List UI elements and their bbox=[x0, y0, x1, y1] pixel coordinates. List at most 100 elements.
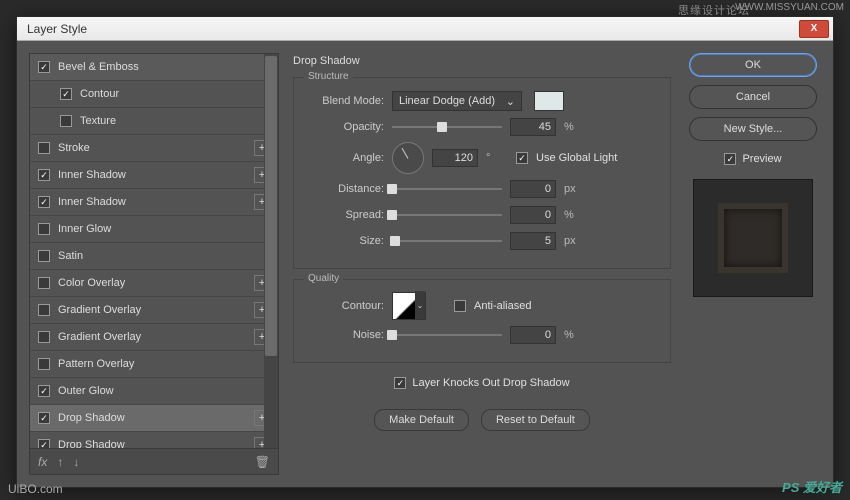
style-item-inner-shadow-5[interactable]: Inner Shadow+ bbox=[30, 189, 278, 216]
style-item-color-overlay-8[interactable]: Color Overlay+ bbox=[30, 270, 278, 297]
watermark-bottom-right: PS 爱好者 bbox=[782, 477, 842, 496]
style-label: Stroke bbox=[58, 142, 246, 154]
style-item-texture-2[interactable]: Texture bbox=[30, 108, 278, 135]
move-up-icon[interactable]: ↑ bbox=[57, 455, 63, 469]
style-label: Gradient Overlay bbox=[58, 304, 246, 316]
style-item-pattern-overlay-11[interactable]: Pattern Overlay bbox=[30, 351, 278, 378]
distance-input[interactable]: 0 bbox=[510, 180, 556, 198]
use-global-light-checkbox[interactable] bbox=[516, 152, 528, 164]
style-label: Contour bbox=[80, 88, 270, 100]
style-checkbox[interactable] bbox=[38, 331, 50, 343]
spread-label: Spread: bbox=[306, 209, 384, 221]
move-down-icon[interactable]: ↓ bbox=[73, 455, 79, 469]
style-item-drop-shadow-14[interactable]: Drop Shadow+ bbox=[30, 432, 278, 448]
angle-input[interactable]: 120 bbox=[432, 149, 478, 167]
styles-list: Bevel & Emboss⌃ContourTextureStroke+Inne… bbox=[29, 53, 279, 475]
cancel-button[interactable]: Cancel bbox=[689, 85, 817, 109]
style-label: Pattern Overlay bbox=[58, 358, 270, 370]
spread-input[interactable]: 0 bbox=[510, 206, 556, 224]
preview-label: Preview bbox=[742, 153, 781, 165]
style-item-inner-glow-6[interactable]: Inner Glow bbox=[30, 216, 278, 243]
style-checkbox[interactable] bbox=[38, 250, 50, 262]
style-item-outer-glow-12[interactable]: Outer Glow bbox=[30, 378, 278, 405]
style-checkbox[interactable] bbox=[38, 304, 50, 316]
styles-list-footer: fx ↑ ↓ 🗑 bbox=[30, 448, 278, 474]
style-label: Drop Shadow bbox=[58, 439, 246, 448]
style-checkbox[interactable] bbox=[38, 439, 50, 448]
style-checkbox[interactable] bbox=[38, 412, 50, 424]
noise-label: Noise: bbox=[306, 329, 384, 341]
spread-unit: % bbox=[564, 209, 586, 221]
opacity-slider[interactable] bbox=[392, 120, 502, 134]
preview-checkbox[interactable] bbox=[724, 153, 736, 165]
style-label: Inner Shadow bbox=[58, 169, 246, 181]
close-icon: X bbox=[811, 23, 818, 34]
size-label: Size: bbox=[306, 235, 384, 247]
delete-icon[interactable]: 🗑 bbox=[255, 455, 270, 469]
settings-panel: Drop Shadow Structure Blend Mode: Linear… bbox=[293, 53, 671, 475]
titlebar[interactable]: Layer Style X bbox=[17, 17, 833, 41]
close-button[interactable]: X bbox=[799, 20, 829, 38]
style-checkbox[interactable] bbox=[38, 277, 50, 289]
make-default-button[interactable]: Make Default bbox=[374, 409, 469, 431]
distance-slider[interactable] bbox=[392, 182, 502, 196]
angle-unit: ° bbox=[486, 152, 508, 164]
quality-legend: Quality bbox=[304, 273, 343, 284]
noise-input[interactable]: 0 bbox=[510, 326, 556, 344]
fx-menu-icon[interactable]: fx bbox=[38, 455, 47, 469]
distance-unit: px bbox=[564, 183, 586, 195]
watermark-bottom-left: UiBO.com bbox=[8, 482, 63, 496]
spread-slider[interactable] bbox=[392, 208, 502, 222]
style-item-contour-1[interactable]: Contour bbox=[30, 81, 278, 108]
style-label: Inner Shadow bbox=[58, 196, 246, 208]
noise-slider[interactable] bbox=[392, 328, 502, 342]
angle-dial[interactable] bbox=[392, 142, 424, 174]
style-checkbox[interactable] bbox=[38, 169, 50, 181]
style-item-drop-shadow-13[interactable]: Drop Shadow+ bbox=[30, 405, 278, 432]
blend-mode-value: Linear Dodge (Add) bbox=[399, 95, 495, 107]
opacity-input[interactable]: 45 bbox=[510, 118, 556, 136]
blend-mode-dropdown[interactable]: Linear Dodge (Add) ⌄ bbox=[392, 91, 522, 111]
layer-knocks-out-label: Layer Knocks Out Drop Shadow bbox=[412, 377, 569, 389]
layer-knocks-out-checkbox[interactable] bbox=[394, 377, 406, 389]
style-checkbox[interactable] bbox=[38, 196, 50, 208]
size-unit: px bbox=[564, 235, 586, 247]
style-item-satin-7[interactable]: Satin bbox=[30, 243, 278, 270]
scrollbar-thumb[interactable] bbox=[265, 56, 277, 356]
style-checkbox[interactable] bbox=[60, 88, 72, 100]
style-checkbox[interactable] bbox=[38, 385, 50, 397]
noise-unit: % bbox=[564, 329, 586, 341]
contour-picker[interactable]: ⌄ bbox=[392, 292, 426, 320]
size-slider[interactable] bbox=[392, 234, 502, 248]
anti-aliased-checkbox[interactable] bbox=[454, 300, 466, 312]
dialog-actions: OK Cancel New Style... Preview bbox=[685, 53, 821, 475]
watermark-url: WWW.MISSYUAN.COM bbox=[735, 2, 844, 13]
size-input[interactable]: 5 bbox=[510, 232, 556, 250]
style-checkbox[interactable] bbox=[38, 358, 50, 370]
chevron-down-icon: ⌄ bbox=[506, 95, 515, 108]
style-label: Color Overlay bbox=[58, 277, 246, 289]
style-checkbox[interactable] bbox=[38, 142, 50, 154]
style-item-bevel-emboss-0[interactable]: Bevel & Emboss⌃ bbox=[30, 54, 278, 81]
quality-group: Quality Contour: ⌄ Anti-aliased Noise: 0… bbox=[293, 279, 671, 363]
style-item-gradient-overlay-10[interactable]: Gradient Overlay+ bbox=[30, 324, 278, 351]
style-item-stroke-3[interactable]: Stroke+ bbox=[30, 135, 278, 162]
reset-to-default-button[interactable]: Reset to Default bbox=[481, 409, 590, 431]
structure-legend: Structure bbox=[304, 71, 353, 82]
styles-scrollbar[interactable] bbox=[264, 54, 278, 448]
style-item-inner-shadow-4[interactable]: Inner Shadow+ bbox=[30, 162, 278, 189]
style-checkbox[interactable] bbox=[38, 223, 50, 235]
style-label: Bevel & Emboss bbox=[58, 61, 254, 73]
ok-button[interactable]: OK bbox=[689, 53, 817, 77]
style-item-gradient-overlay-9[interactable]: Gradient Overlay+ bbox=[30, 297, 278, 324]
angle-label: Angle: bbox=[306, 152, 384, 164]
new-style-button[interactable]: New Style... bbox=[689, 117, 817, 141]
style-label: Gradient Overlay bbox=[58, 331, 246, 343]
preview-thumbnail bbox=[693, 179, 813, 297]
style-checkbox[interactable] bbox=[60, 115, 72, 127]
layer-style-dialog: Layer Style X Bevel & Emboss⌃ Contour Text… bbox=[16, 16, 834, 488]
style-checkbox[interactable] bbox=[38, 61, 50, 73]
shadow-color-swatch[interactable] bbox=[534, 91, 564, 111]
contour-label: Contour: bbox=[306, 300, 384, 312]
dialog-title: Layer Style bbox=[27, 22, 87, 36]
